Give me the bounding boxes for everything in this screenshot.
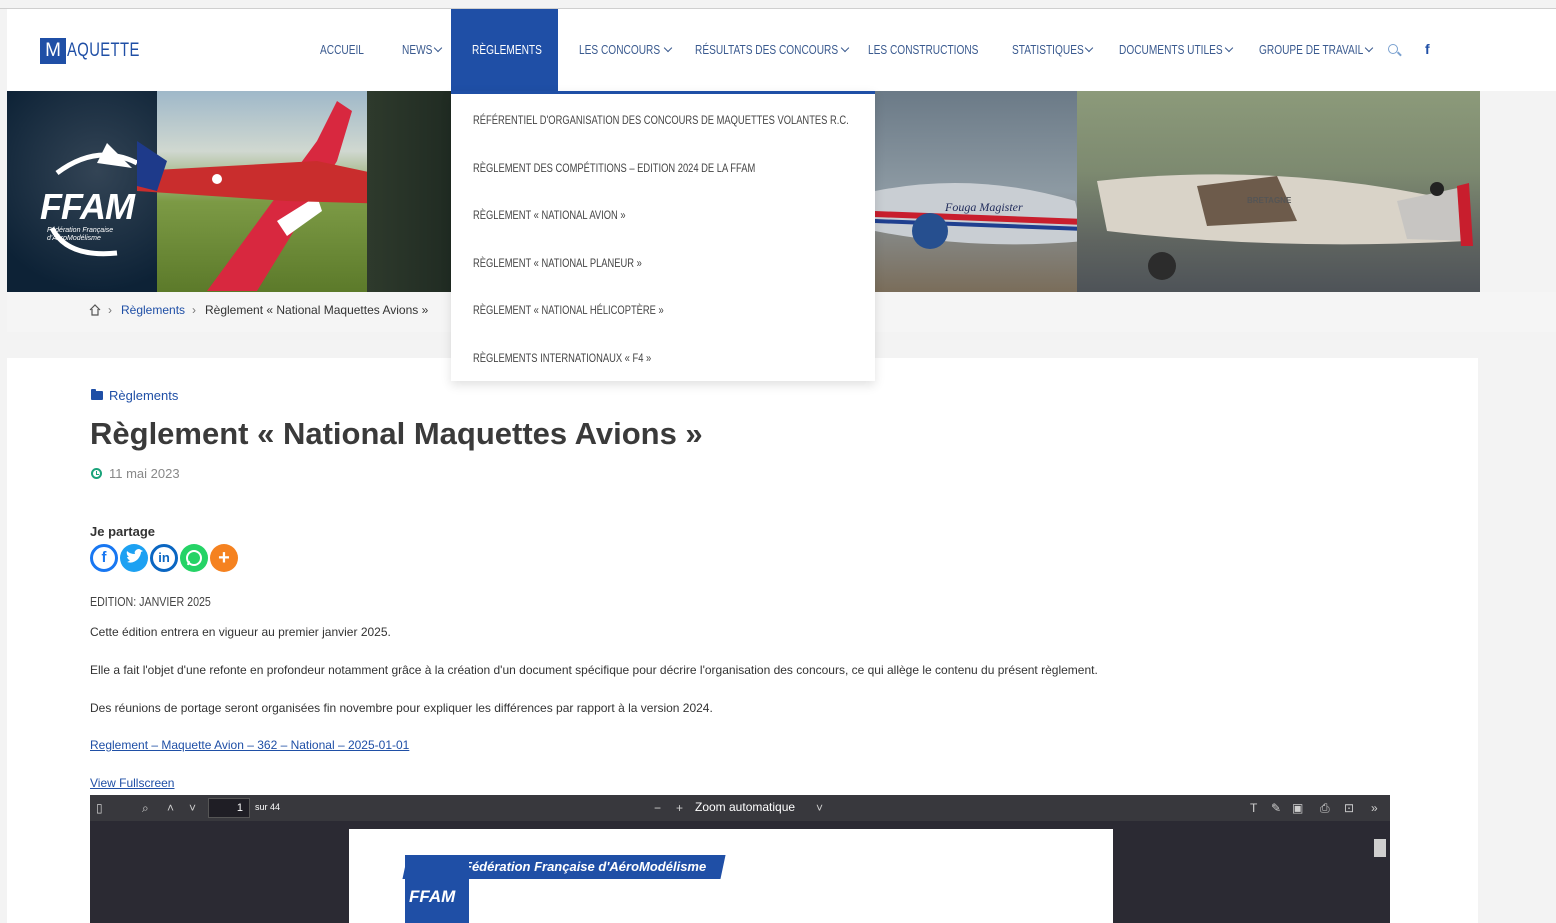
date-label: 11 mai 2023 <box>109 466 180 481</box>
nav-resultats[interactable]: Résultats des concours <box>695 9 850 91</box>
linkedin-share-icon[interactable]: in <box>150 544 178 572</box>
chevron-up-icon[interactable]: ˄ <box>167 801 174 815</box>
chevron-down-icon[interactable]: ˅ <box>816 801 823 815</box>
article-content: Règlements Règlement « National Maquette… <box>7 358 1478 923</box>
more-share-icon[interactable]: + <box>210 544 238 572</box>
share-label: Je partage <box>90 524 156 539</box>
nav-reglements[interactable]: Règlements <box>451 9 558 91</box>
facebook-share-icon[interactable]: f <box>90 544 118 572</box>
svg-text:BRETAGNE: BRETAGNE <box>1247 196 1292 205</box>
text-tool-icon[interactable]: T <box>1250 801 1257 815</box>
doc-ffam-logo-text: FFAM <box>409 887 456 906</box>
chevron-down-icon <box>1224 43 1234 53</box>
dropdown-item[interactable]: Règlement « National Hélicoptère » <box>473 303 718 317</box>
share-buttons: f in + <box>90 544 238 572</box>
logo-text: AQUETTE <box>67 40 140 61</box>
pdf-page: Fédération Française d'AéroModélisme FFA… <box>349 829 1113 923</box>
draw-tool-icon[interactable]: ✎ <box>1271 801 1281 815</box>
folder-icon <box>91 389 103 400</box>
site-header: M AQUETTE Accueil News Règlements Les co… <box>7 9 1556 91</box>
nav-constructions[interactable]: Les constructions <box>868 9 1010 91</box>
breadcrumb-separator: › <box>192 303 196 317</box>
dropdown-item[interactable]: Référentiel d'organisation des concours … <box>473 113 955 127</box>
page: M AQUETTE Accueil News Règlements Les co… <box>0 0 1556 923</box>
logo-initial: M <box>40 38 66 64</box>
breadcrumb-current: Règlement « National Maquettes Avions » <box>205 303 429 317</box>
zoom-in-icon[interactable]: + <box>676 801 683 815</box>
ffam-logo-subtitle: Fédération Française d'AéroModélisme <box>47 227 114 242</box>
view-fullscreen-link[interactable]: View Fullscreen <box>90 776 174 790</box>
page-number-input[interactable]: 1 <box>208 798 250 818</box>
article-category[interactable]: Règlements <box>91 388 178 403</box>
nav-groupe[interactable]: Groupe de travail <box>1259 9 1373 91</box>
facebook-icon[interactable]: f <box>1425 41 1430 57</box>
twitter-share-icon[interactable] <box>120 544 148 572</box>
edition-label: EDITION: JANVIER 2025 <box>90 594 211 609</box>
nav-news[interactable]: News <box>402 9 443 91</box>
ffam-logo-text: FFAM <box>40 186 135 227</box>
dropdown-item[interactable]: Règlements internationaux « F4 » <box>473 351 702 365</box>
whatsapp-share-icon[interactable] <box>180 544 208 572</box>
category-label: Règlements <box>109 388 179 403</box>
doc-header-text: Fédération Française d'AéroModélisme <box>464 859 707 874</box>
print-icon[interactable]: ⎙ <box>1320 801 1330 816</box>
dropdown-item[interactable]: Règlement « National Planeur » <box>473 256 690 270</box>
nav-concours[interactable]: Les concours <box>579 9 673 91</box>
nav-documents[interactable]: Documents utiles <box>1119 9 1234 91</box>
pdf-viewer: ▯ ⌕ ˄ ˅ 1 sur 44 − + Zoom automatique ˅ … <box>90 795 1390 923</box>
chevron-down-icon <box>1084 43 1094 53</box>
pdf-toolbar: ▯ ⌕ ˄ ˅ 1 sur 44 − + Zoom automatique ˅ … <box>90 795 1390 821</box>
chevron-down-icon <box>433 43 443 53</box>
breadcrumb-separator: › <box>108 303 112 317</box>
bretagne-plane-image: BRETAGNE <box>1077 91 1480 292</box>
save-icon[interactable]: ⊡ <box>1344 801 1354 815</box>
reglements-dropdown-menu: Référentiel d'organisation des concours … <box>451 91 875 381</box>
document-download-link[interactable]: Reglement – Maquette Avion – 362 – Natio… <box>90 738 409 752</box>
pdf-scrollbar[interactable] <box>1374 839 1386 857</box>
article-paragraph: Des réunions de portage seront organisée… <box>90 701 713 715</box>
zoom-select[interactable]: Zoom automatique <box>695 800 795 814</box>
home-icon[interactable] <box>89 304 101 316</box>
chevron-down-icon[interactable]: ˅ <box>189 801 196 815</box>
zoom-out-icon[interactable]: − <box>654 801 661 815</box>
article-date: 11 mai 2023 <box>91 466 180 481</box>
article-paragraph: Elle a fait l'objet d'une refonte en pro… <box>90 663 1098 677</box>
chevron-down-icon <box>1364 43 1373 53</box>
nav-statistiques[interactable]: Statistiques <box>1012 9 1094 91</box>
image-tool-icon[interactable]: ▣ <box>1292 801 1303 815</box>
site-logo[interactable]: M AQUETTE <box>40 38 160 64</box>
page-title: Règlement « National Maquettes Avions » <box>90 416 703 451</box>
chevron-down-icon <box>841 43 850 53</box>
article-paragraph: Cette édition entrera en vigueur au prem… <box>90 625 391 639</box>
dropdown-item[interactable]: Règlement « National Avion » <box>473 208 669 222</box>
more-tools-icon[interactable]: » <box>1371 801 1378 815</box>
banner-dark-middle <box>367 91 457 292</box>
sidebar-toggle-icon[interactable]: ▯ <box>96 801 103 815</box>
search-icon[interactable] <box>1388 44 1398 54</box>
breadcrumb-link-reglements[interactable]: Règlements <box>121 303 185 317</box>
svg-text:Fouga Magister: Fouga Magister <box>944 200 1023 214</box>
clock-icon <box>91 468 102 479</box>
nav-accueil[interactable]: Accueil <box>320 9 376 91</box>
page-total: sur 44 <box>255 802 281 812</box>
chevron-down-icon <box>663 43 673 53</box>
search-icon[interactable]: ⌕ <box>142 801 149 816</box>
dropdown-item[interactable]: Règlement des compétitions – Edition 202… <box>473 161 835 175</box>
